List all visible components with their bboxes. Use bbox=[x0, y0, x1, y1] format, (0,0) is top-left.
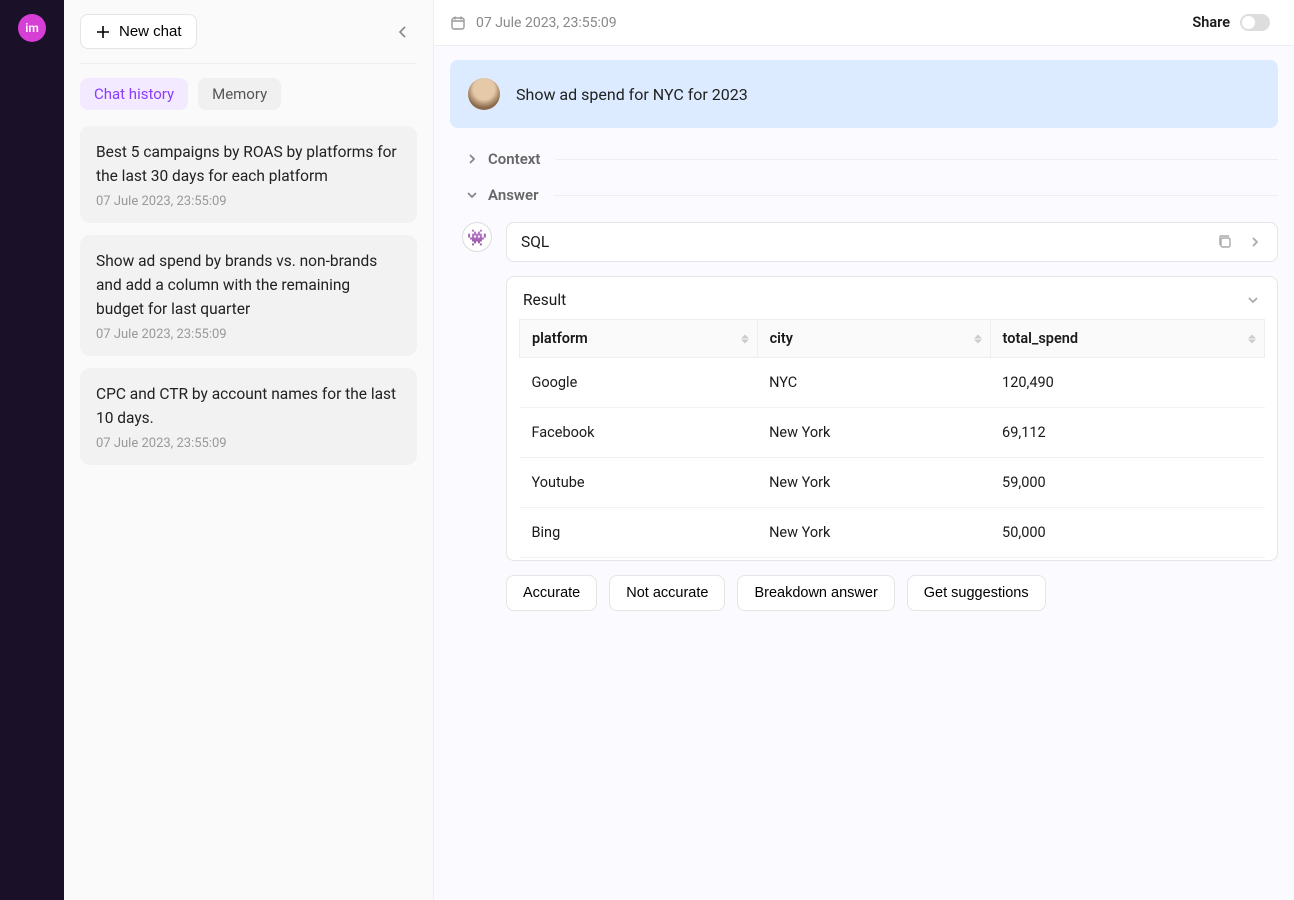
chat-item-date: 07 Jule 2023, 23:55:09 bbox=[96, 194, 401, 209]
calendar-icon bbox=[450, 15, 466, 31]
bot-avatar: 👾 bbox=[462, 222, 492, 252]
column-header-total-spend[interactable]: total_spend bbox=[990, 320, 1264, 358]
chevron-down-icon bbox=[464, 187, 480, 203]
table-row: YoutubeNew York59,000 bbox=[520, 458, 1265, 508]
cell-platform: Bing bbox=[520, 508, 758, 558]
button-label: Get suggestions bbox=[924, 585, 1029, 601]
result-box: Result platform city total_spend G bbox=[506, 276, 1278, 561]
sidebar: New chat Chat history Memory Best 5 camp… bbox=[64, 0, 434, 900]
divider bbox=[80, 63, 417, 64]
chat-item-date: 07 Jule 2023, 23:55:09 bbox=[96, 327, 401, 342]
sort-icon bbox=[974, 334, 982, 343]
column-label: total_spend bbox=[1003, 330, 1078, 347]
divider bbox=[556, 159, 1278, 160]
cell-platform: Facebook bbox=[520, 408, 758, 458]
accurate-button[interactable]: Accurate bbox=[506, 575, 597, 611]
topbar-right: Share bbox=[1192, 14, 1270, 31]
prompt-text: Show ad spend for NYC for 2023 bbox=[516, 85, 748, 104]
cell-total-spend: 59,000 bbox=[990, 458, 1264, 508]
tab-memory[interactable]: Memory bbox=[198, 78, 281, 110]
tab-label: Memory bbox=[212, 85, 267, 103]
result-title: Result bbox=[523, 291, 566, 309]
sort-icon bbox=[741, 334, 749, 343]
table-row: GoogleNYC120,490 bbox=[520, 358, 1265, 408]
chat-item-title: Best 5 campaigns by ROAS by platforms fo… bbox=[96, 140, 401, 188]
column-header-city[interactable]: city bbox=[757, 320, 990, 358]
sidebar-top: New chat bbox=[80, 14, 417, 49]
bot-icon: 👾 bbox=[467, 228, 487, 247]
cell-city: New York bbox=[757, 408, 990, 458]
chevron-right-icon bbox=[464, 151, 480, 167]
sql-actions bbox=[1217, 234, 1263, 250]
table-row: BingNew York50,000 bbox=[520, 508, 1265, 558]
logo-text: im bbox=[25, 21, 39, 35]
tab-label: Chat history bbox=[94, 85, 174, 103]
cell-total-spend: 120,490 bbox=[990, 358, 1264, 408]
divider bbox=[554, 195, 1278, 196]
plus-icon bbox=[95, 24, 111, 40]
chat-history-item[interactable]: Show ad spend by brands vs. non-brands a… bbox=[80, 235, 417, 356]
chat-item-title: Show ad spend by brands vs. non-brands a… bbox=[96, 249, 401, 321]
result-head: Result bbox=[507, 291, 1277, 319]
answer-label: Answer bbox=[488, 186, 538, 204]
cell-total-spend: 69,112 bbox=[990, 408, 1264, 458]
share-toggle[interactable] bbox=[1240, 14, 1270, 31]
column-label: city bbox=[770, 330, 793, 347]
context-label: Context bbox=[488, 150, 540, 168]
chat-item-date: 07 Jule 2023, 23:55:09 bbox=[96, 436, 401, 451]
cell-platform: Youtube bbox=[520, 458, 758, 508]
button-label: Accurate bbox=[523, 585, 580, 601]
arrow-left-icon bbox=[395, 24, 411, 40]
new-chat-button[interactable]: New chat bbox=[80, 14, 197, 49]
answer-section-header[interactable]: Answer bbox=[464, 186, 1278, 204]
column-header-platform[interactable]: platform bbox=[520, 320, 758, 358]
not-accurate-button[interactable]: Not accurate bbox=[609, 575, 725, 611]
collapse-sidebar-button[interactable] bbox=[389, 18, 417, 46]
chevron-down-icon[interactable] bbox=[1245, 292, 1261, 308]
copy-icon[interactable] bbox=[1217, 234, 1233, 250]
feedback-buttons: Accurate Not accurate Breakdown answer G… bbox=[506, 575, 1278, 611]
table-row: FacebookNew York69,112 bbox=[520, 408, 1265, 458]
main: 07 Jule 2023, 23:55:09 Share Show ad spe… bbox=[434, 0, 1294, 900]
button-label: Not accurate bbox=[626, 585, 708, 601]
prompt-banner: Show ad spend for NYC for 2023 bbox=[450, 60, 1278, 128]
button-label: Breakdown answer bbox=[754, 585, 877, 601]
nav-rail: im bbox=[0, 0, 64, 900]
cell-city: New York bbox=[757, 458, 990, 508]
tab-chat-history[interactable]: Chat history bbox=[80, 78, 188, 110]
answer-content: SQL Result platform bbox=[506, 222, 1278, 611]
context-section-header[interactable]: Context bbox=[464, 150, 1278, 168]
sql-label: SQL bbox=[521, 233, 549, 251]
cell-platform: Google bbox=[520, 358, 758, 408]
topbar-date: 07 Jule 2023, 23:55:09 bbox=[476, 15, 617, 31]
sort-icon bbox=[1248, 334, 1256, 343]
get-suggestions-button[interactable]: Get suggestions bbox=[907, 575, 1046, 611]
sidebar-tabs: Chat history Memory bbox=[80, 78, 417, 110]
user-avatar bbox=[468, 78, 500, 110]
cell-city: NYC bbox=[757, 358, 990, 408]
chevron-right-icon[interactable] bbox=[1247, 234, 1263, 250]
share-label: Share bbox=[1192, 14, 1230, 31]
sql-bar[interactable]: SQL bbox=[506, 222, 1278, 262]
answer-body: 👾 SQL Result bbox=[450, 222, 1278, 611]
new-chat-label: New chat bbox=[119, 23, 182, 40]
topbar-left: 07 Jule 2023, 23:55:09 bbox=[450, 15, 617, 31]
content: Show ad spend for NYC for 2023 Context A… bbox=[434, 46, 1294, 900]
chat-history-item[interactable]: CPC and CTR by account names for the las… bbox=[80, 368, 417, 465]
cell-total-spend: 50,000 bbox=[990, 508, 1264, 558]
column-label: platform bbox=[532, 330, 588, 347]
chat-history-item[interactable]: Best 5 campaigns by ROAS by platforms fo… bbox=[80, 126, 417, 223]
topbar: 07 Jule 2023, 23:55:09 Share bbox=[434, 0, 1294, 46]
breakdown-answer-button[interactable]: Breakdown answer bbox=[737, 575, 894, 611]
result-table: platform city total_spend GoogleNYC120,4… bbox=[519, 319, 1265, 558]
logo[interactable]: im bbox=[18, 14, 46, 42]
chat-item-title: CPC and CTR by account names for the las… bbox=[96, 382, 401, 430]
cell-city: New York bbox=[757, 508, 990, 558]
